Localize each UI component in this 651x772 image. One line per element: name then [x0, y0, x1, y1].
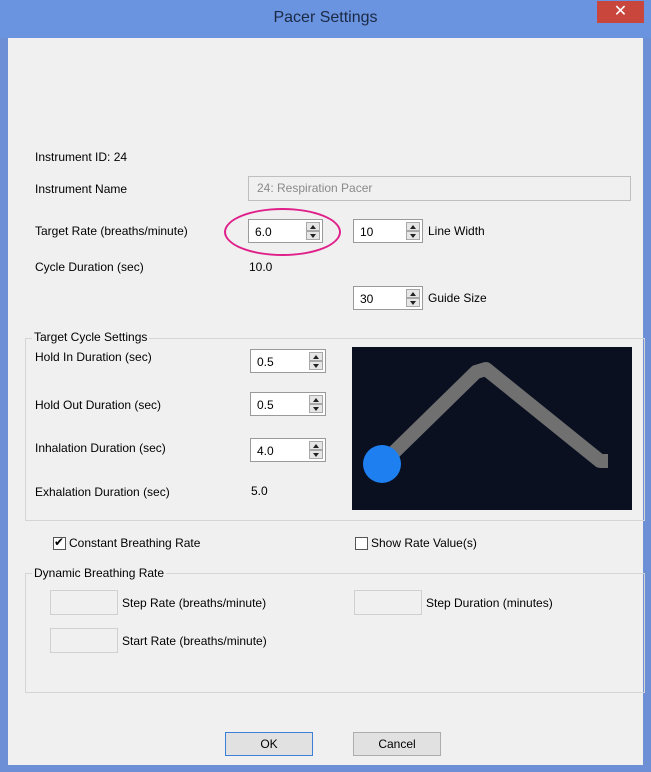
checkmark-icon: ✔	[54, 535, 65, 549]
step-rate-label: Step Rate (breaths/minute)	[122, 596, 267, 610]
guide-size-value: 30	[360, 292, 374, 306]
instrument-name-label: Instrument Name	[35, 182, 128, 196]
cycle-duration-label: Cycle Duration (sec)	[35, 260, 144, 274]
ok-button[interactable]: OK	[225, 732, 313, 756]
dynamic-breathing-title: Dynamic Breathing Rate	[32, 566, 167, 580]
step-rate-field[interactable]	[50, 590, 118, 615]
hold-in-value: 0.5	[257, 355, 274, 369]
close-icon[interactable]: ✕	[597, 1, 644, 23]
line-width-stepper[interactable]: 10	[353, 219, 423, 243]
pacer-settings-window: Pacer Settings ✕ Instrument ID: 24 Instr…	[0, 0, 651, 772]
hold-in-stepper[interactable]: 0.5	[250, 349, 326, 373]
inhalation-value: 4.0	[257, 444, 274, 458]
inhalation-up-icon[interactable]	[309, 441, 323, 450]
show-rate-checkbox[interactable]	[355, 537, 368, 550]
hold-in-down-icon[interactable]	[309, 361, 323, 370]
constant-breathing-checkbox[interactable]: ✔	[53, 535, 66, 550]
line-width-label: Line Width	[428, 224, 485, 238]
line-width-up-icon[interactable]	[406, 222, 420, 231]
hold-out-stepper[interactable]: 0.5	[250, 392, 326, 416]
pacer-ball-icon	[363, 445, 401, 483]
window-title: Pacer Settings	[273, 9, 378, 26]
dialog-body: Instrument ID: 24 Instrument Name 24: Re…	[8, 38, 645, 765]
inhalation-down-icon[interactable]	[309, 450, 323, 459]
inhalation-stepper[interactable]: 4.0	[250, 438, 326, 462]
guide-size-down-icon[interactable]	[406, 298, 420, 307]
step-duration-field[interactable]	[354, 590, 422, 615]
target-rate-label: Target Rate (breaths/minute)	[35, 224, 188, 238]
cancel-button[interactable]: Cancel	[353, 732, 441, 756]
hold-out-down-icon[interactable]	[309, 404, 323, 413]
dynamic-breathing-group	[25, 573, 645, 693]
inhalation-label: Inhalation Duration (sec)	[35, 441, 166, 455]
exhalation-label: Exhalation Duration (sec)	[35, 485, 170, 499]
exhalation-value: 5.0	[251, 484, 268, 498]
line-width-value: 10	[360, 225, 374, 239]
guide-size-label: Guide Size	[428, 291, 487, 305]
guide-size-stepper[interactable]: 30	[353, 286, 423, 310]
hold-out-value: 0.5	[257, 398, 274, 412]
hold-out-up-icon[interactable]	[309, 395, 323, 404]
start-rate-label: Start Rate (breaths/minute)	[122, 634, 267, 648]
hold-in-label: Hold In Duration (sec)	[35, 350, 152, 364]
instrument-name-field[interactable]: 24: Respiration Pacer	[248, 176, 631, 201]
instrument-id-label: Instrument ID: 24	[35, 150, 128, 164]
start-rate-field[interactable]	[50, 628, 118, 653]
title-bar[interactable]: Pacer Settings ✕	[0, 0, 651, 38]
show-rate-label: Show Rate Value(s)	[371, 536, 477, 550]
hold-in-up-icon[interactable]	[309, 352, 323, 361]
target-cycle-settings-title: Target Cycle Settings	[32, 330, 150, 344]
hold-out-label: Hold Out Duration (sec)	[35, 398, 162, 412]
constant-breathing-label: Constant Breathing Rate	[69, 536, 201, 550]
step-duration-label: Step Duration (minutes)	[426, 596, 553, 610]
guide-size-up-icon[interactable]	[406, 289, 420, 298]
cycle-duration-value: 10.0	[249, 260, 273, 274]
pacer-preview	[352, 347, 632, 510]
highlight-circle	[224, 208, 341, 256]
line-width-down-icon[interactable]	[406, 231, 420, 240]
